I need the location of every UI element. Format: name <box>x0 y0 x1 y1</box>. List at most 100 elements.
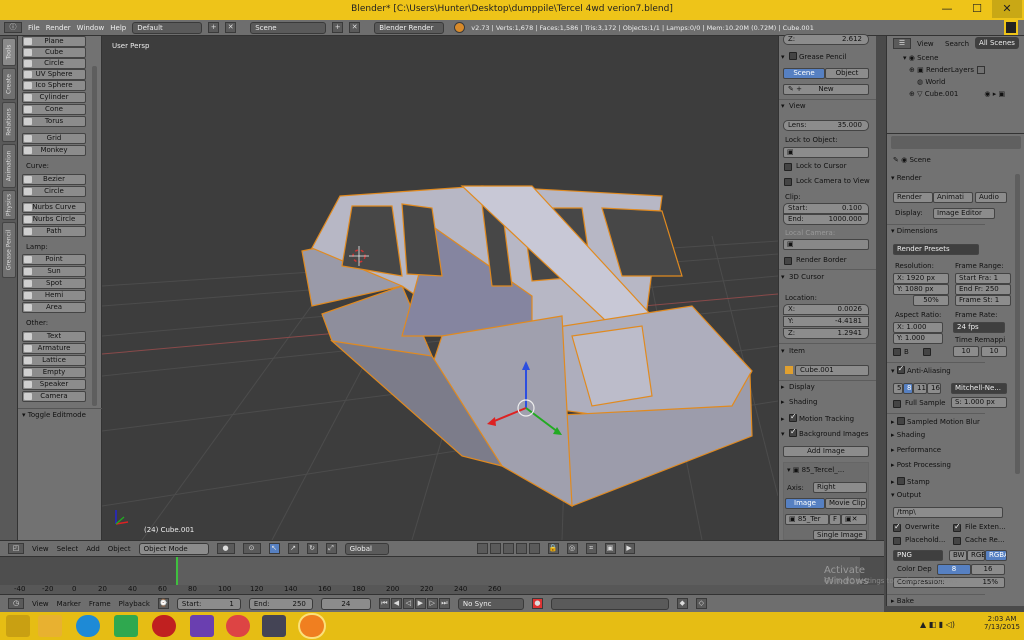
vmenu-add[interactable]: Add <box>86 545 100 553</box>
prev-key-icon[interactable]: ◀ <box>390 598 402 609</box>
menu-help[interactable]: Help <box>110 24 126 32</box>
render-preview-icon[interactable]: ▣ <box>604 543 616 554</box>
proportional-edit-icon[interactable]: ◎ <box>566 543 578 554</box>
tray-icons[interactable]: ▲ ◧ ▮ ◁) <box>920 620 955 629</box>
gp-scene-button[interactable]: Scene <box>783 68 825 79</box>
crop-checkbox[interactable] <box>923 348 931 356</box>
layout-remove-button[interactable]: ✕ <box>225 22 237 33</box>
outliner-search-menu[interactable]: Search <box>945 40 969 48</box>
remap-old-field[interactable]: 10 <box>953 346 979 357</box>
timeline-editor-icon[interactable]: ◷ <box>8 598 24 609</box>
mode-select[interactable]: Object Mode <box>138 542 209 555</box>
manipulator-icon[interactable]: ↖ <box>268 543 280 554</box>
aa-filter-select[interactable]: Mitchell-Ne... <box>951 383 1007 394</box>
sync-select[interactable]: No Sync <box>457 597 524 610</box>
gp-new-button[interactable]: ✎ + New <box>783 84 869 95</box>
layer-buttons[interactable] <box>476 543 540 554</box>
add-circle-button[interactable]: Circle <box>22 58 86 69</box>
property-context-tabs[interactable] <box>891 136 1021 149</box>
bg-browse-button[interactable]: ▣✕ <box>841 514 867 525</box>
tab-physics[interactable]: Physics <box>2 190 16 220</box>
add-lattice-button[interactable]: Lattice <box>22 355 86 366</box>
aspect-x-field[interactable]: X: 1.000 <box>893 322 943 333</box>
lock-camera-checkbox[interactable] <box>784 178 792 186</box>
frame-step-field[interactable]: Frame St: 1 <box>955 295 1011 306</box>
toggle-editmode-panel[interactable]: ▾ Toggle Editmode <box>22 411 86 419</box>
aspect-y-field[interactable]: Y: 1.000 <box>893 333 943 344</box>
menu-render[interactable]: Render <box>46 24 71 32</box>
cursor-x-field[interactable]: X: 0.0026 <box>783 304 869 315</box>
outliner-world[interactable]: ◍ World <box>917 78 945 86</box>
3d-view-editor-icon[interactable]: ◰ <box>8 543 24 554</box>
add-camera-button[interactable]: Camera <box>22 391 86 402</box>
orientation-select[interactable]: Global <box>344 542 389 555</box>
clock[interactable]: 2:03 AM 7/13/2015 <box>984 615 1020 631</box>
add-image-button[interactable]: Add Image <box>783 446 869 457</box>
outliner-view-menu[interactable]: View <box>917 40 934 48</box>
lock-object-field[interactable]: ▣ <box>783 147 869 158</box>
cache-result-checkbox[interactable] <box>953 537 961 545</box>
placeholders-checkbox[interactable] <box>893 537 901 545</box>
add-curve-circle-button[interactable]: Circle <box>22 186 86 197</box>
vmenu-object[interactable]: Object <box>108 545 131 553</box>
file-format-select[interactable]: PNG <box>893 550 943 561</box>
res-percent-field[interactable]: 50% <box>913 295 949 306</box>
start-frame-field[interactable]: Start: 1 <box>176 597 241 610</box>
file-explorer-icon[interactable] <box>38 615 62 637</box>
3d-viewport[interactable]: User Persp (24) Cube.001 <box>102 36 778 540</box>
aa-5-button[interactable]: 5 <box>893 383 903 394</box>
end-frame-field[interactable]: End: 250 <box>248 597 313 610</box>
add-spot-lamp-button[interactable]: Spot <box>22 278 86 289</box>
lens-field[interactable]: Lens: 35.000 <box>783 120 869 131</box>
internet-explorer-icon[interactable] <box>76 615 100 637</box>
bg-file-field[interactable]: ▣ 85_Ter <box>785 514 829 525</box>
play-reverse-icon[interactable]: ◁ <box>402 598 414 609</box>
stamp-header[interactable]: ▸ Stamp <box>891 476 930 486</box>
output-path-field[interactable]: /tmp\ <box>893 507 1003 518</box>
rotate-icon[interactable]: ↻ <box>306 543 318 554</box>
motion-tracking-header[interactable]: ▸Motion Tracking <box>781 412 873 425</box>
tmenu-playback[interactable]: Playback <box>119 600 150 608</box>
record-icon[interactable]: ● <box>531 598 543 609</box>
add-speaker-button[interactable]: Speaker <box>22 379 86 390</box>
overwrite-checkbox[interactable] <box>893 522 901 532</box>
maximize-button[interactable]: ☐ <box>962 0 992 18</box>
z-top-field[interactable]: Z: 2.612 <box>783 34 869 45</box>
add-ico-sphere-button[interactable]: Ico Sphere <box>22 80 86 91</box>
3d-cursor-panel-header[interactable]: ▾ 3D Cursor <box>781 273 873 285</box>
add-text-button[interactable]: Text <box>22 331 86 342</box>
res-y-field[interactable]: Y: 1080 px <box>893 284 949 295</box>
aa-11-button[interactable]: 11 <box>913 383 927 394</box>
add-cylinder-button[interactable]: Cylinder <box>22 92 86 103</box>
add-area-lamp-button[interactable]: Area <box>22 302 86 313</box>
post-processing-header[interactable]: ▸ Post Processing <box>891 461 951 469</box>
display-select[interactable]: Image Editor <box>933 208 995 219</box>
background-images-header[interactable]: ▾Background Images <box>781 427 873 440</box>
axis-select[interactable]: Right <box>813 482 867 493</box>
color-depth-16-button[interactable]: 16 <box>971 564 1005 575</box>
item-name-field[interactable]: Cube.001 <box>795 365 869 376</box>
res-x-field[interactable]: X: 1920 px <box>893 273 949 284</box>
timeline[interactable]: -40 -20 0 20 40 60 80 100 120 140 160 18… <box>0 556 960 594</box>
start-frame-field[interactable]: Start Fra: 1 <box>955 273 1011 284</box>
translate-icon[interactable]: ↗ <box>287 543 299 554</box>
tmenu-frame[interactable]: Frame <box>89 600 111 608</box>
tmenu-marker[interactable]: Marker <box>57 600 81 608</box>
bg-image-tab[interactable]: Image <box>785 498 825 509</box>
shading-panel-header[interactable]: ▸ Shading <box>781 398 873 410</box>
outliner-cube[interactable]: ⊕ ▽ Cube.001 ◉ ▸ ▣ <box>909 90 1005 98</box>
outliner-scene[interactable]: ▾ ◉ Scene <box>903 54 938 62</box>
audio-button[interactable]: Audio <box>975 192 1007 203</box>
add-empty-button[interactable]: Empty <box>22 367 86 378</box>
add-cube-button[interactable]: Cube <box>22 47 86 58</box>
dimensions-panel-header[interactable]: ▾ Dimensions <box>891 227 938 235</box>
playback-controls[interactable]: ⏮ ◀ ◁ ▶ ▷ ⏭ <box>378 598 450 609</box>
full-sample-checkbox[interactable] <box>893 400 901 408</box>
jump-end-icon[interactable]: ⏭ <box>438 598 450 609</box>
region-splitter[interactable] <box>876 36 886 540</box>
start-button[interactable] <box>6 615 30 637</box>
bg-image-name[interactable]: ▾ ▣ 85_Tercel_... <box>787 466 844 474</box>
blender-taskbar-icon[interactable] <box>300 615 324 637</box>
renderlayer-visibility-icon[interactable] <box>977 66 985 74</box>
add-path-button[interactable]: Path <box>22 226 86 237</box>
